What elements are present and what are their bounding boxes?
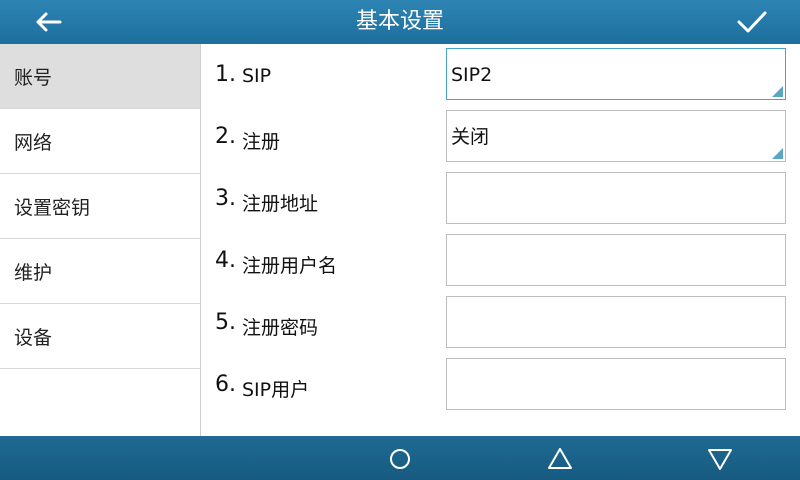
page-title: 基本设置 <box>355 9 444 34</box>
row-label: 注册用户名 <box>242 255 338 277</box>
form-row-server: 3. 注册地址 <box>202 170 800 224</box>
register-address-input[interactable] <box>446 172 786 224</box>
form-row-register: 2. 注册 关闭 <box>202 108 800 162</box>
register-username-input[interactable] <box>446 234 786 286</box>
sidebar-item-label: 设置密钥 <box>14 196 91 219</box>
row-label: 注册 <box>242 131 281 153</box>
form-row-username: 4. 注册用户名 <box>202 232 800 286</box>
form-row-password: 5. 注册密码 <box>202 294 800 348</box>
sidebar: 账号 网络 设置密钥 维护 设备 <box>0 44 201 436</box>
circle-icon[interactable] <box>380 443 420 473</box>
sidebar-item-label: 维护 <box>14 261 53 284</box>
triangle-down-icon[interactable] <box>700 443 740 473</box>
dropdown-indicator-icon <box>772 148 783 159</box>
row-label: 注册地址 <box>242 193 319 215</box>
sidebar-item-label: 账号 <box>14 66 53 89</box>
row-label: SIP用户 <box>242 379 310 401</box>
sidebar-item-network[interactable]: 网络 <box>0 109 200 174</box>
sidebar-item-account[interactable]: 账号 <box>0 44 200 109</box>
triangle-up-icon[interactable] <box>540 443 580 473</box>
field-value: 关闭 <box>451 126 490 148</box>
row-number: 4. <box>215 248 236 273</box>
settings-form: 1. SIP SIP2 2. 注册 关闭 3. 注册地址 4. 注册用户名 5.… <box>202 44 800 436</box>
sidebar-item-label: 网络 <box>14 131 53 154</box>
dropdown-indicator-icon <box>772 86 783 97</box>
sidebar-item-maintenance[interactable]: 维护 <box>0 239 200 304</box>
form-row-sip-user: 6. SIP用户 <box>202 356 800 410</box>
row-number: 2. <box>215 124 236 149</box>
checkmark-icon[interactable] <box>732 6 772 38</box>
title-bar: 基本设置 <box>0 0 800 44</box>
sip-user-input[interactable] <box>446 358 786 410</box>
sidebar-item-keys[interactable]: 设置密钥 <box>0 174 200 239</box>
register-select[interactable]: 关闭 <box>446 110 786 162</box>
row-number: 1. <box>215 62 236 87</box>
row-number: 6. <box>215 372 236 397</box>
sip-account-select[interactable]: SIP2 <box>446 48 786 100</box>
row-label: SIP <box>242 65 272 87</box>
field-value: SIP2 <box>451 64 493 86</box>
sidebar-item-label: 设备 <box>14 326 53 349</box>
register-password-input[interactable] <box>446 296 786 348</box>
softkey-bar <box>0 436 800 480</box>
sidebar-item-device[interactable]: 设备 <box>0 304 200 369</box>
row-label: 注册密码 <box>242 317 319 339</box>
row-number: 5. <box>215 310 236 335</box>
form-row-sip: 1. SIP SIP2 <box>202 46 800 100</box>
row-number: 3. <box>215 186 236 211</box>
